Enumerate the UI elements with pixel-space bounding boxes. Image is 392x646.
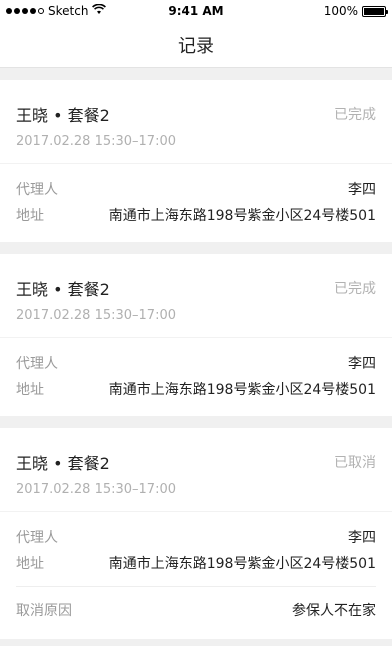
record-title: 王晓 • 套餐2 bbox=[16, 454, 110, 473]
divider bbox=[16, 586, 376, 587]
record-card[interactable]: 王晓 • 套餐2 已完成 2017.02.28 15:30–17:00 代理人 … bbox=[0, 80, 392, 242]
record-header: 王晓 • 套餐2 已完成 2017.02.28 15:30–17:00 bbox=[0, 254, 392, 338]
cancel-reason-value: 参保人不在家 bbox=[292, 603, 376, 619]
agent-value: 李四 bbox=[348, 356, 376, 372]
agent-label: 代理人 bbox=[16, 530, 58, 546]
address-label: 地址 bbox=[16, 382, 44, 398]
record-title: 王晓 • 套餐2 bbox=[16, 106, 110, 125]
address-row: 地址 南通市上海东路198号紫金小区24号楼501 bbox=[16, 550, 376, 576]
address-label: 地址 bbox=[16, 556, 44, 572]
agent-label: 代理人 bbox=[16, 182, 58, 198]
status-right: 100% bbox=[323, 4, 388, 18]
record-card[interactable]: 王晓 • 套餐2 已取消 2017.02.28 15:30–17:00 代理人 … bbox=[0, 428, 392, 639]
nav-bar: 记录 bbox=[0, 22, 392, 68]
agent-label: 代理人 bbox=[16, 356, 58, 372]
record-header: 王晓 • 套餐2 已取消 2017.02.28 15:30–17:00 bbox=[0, 428, 392, 512]
address-row: 地址 南通市上海东路198号紫金小区24号楼501 bbox=[16, 202, 376, 228]
address-value: 南通市上海东路198号紫金小区24号楼501 bbox=[108, 382, 376, 398]
address-row: 地址 南通市上海东路198号紫金小区24号楼501 bbox=[16, 376, 376, 402]
agent-value: 李四 bbox=[348, 530, 376, 546]
cancel-reason-row: 取消原因 参保人不在家 bbox=[16, 595, 376, 625]
record-header: 王晓 • 套餐2 已完成 2017.02.28 15:30–17:00 bbox=[0, 80, 392, 164]
address-value: 南通市上海东路198号紫金小区24号楼501 bbox=[108, 556, 376, 572]
record-status: 已完成 bbox=[334, 281, 376, 297]
agent-row: 代理人 李四 bbox=[16, 524, 376, 550]
agent-row: 代理人 李四 bbox=[16, 176, 376, 202]
record-body: 代理人 李四 地址 南通市上海东路198号紫金小区24号楼501 bbox=[0, 338, 392, 416]
agent-value: 李四 bbox=[348, 182, 376, 198]
cancel-reason-label: 取消原因 bbox=[16, 603, 72, 619]
address-label: 地址 bbox=[16, 208, 44, 224]
record-status: 已取消 bbox=[334, 455, 376, 471]
record-status: 已完成 bbox=[334, 107, 376, 123]
record-card[interactable]: 王晓 • 套餐2 已完成 2017.02.28 15:30–17:00 代理人 … bbox=[0, 254, 392, 416]
battery-icon bbox=[362, 5, 388, 17]
page-title: 记录 bbox=[178, 35, 214, 57]
address-value: 南通市上海东路198号紫金小区24号楼501 bbox=[108, 208, 376, 224]
record-title: 王晓 • 套餐2 bbox=[16, 280, 110, 299]
agent-row: 代理人 李四 bbox=[16, 350, 376, 376]
record-time: 2017.02.28 15:30–17:00 bbox=[16, 482, 176, 497]
status-bar: Sketch 9:41 AM 100% bbox=[0, 0, 392, 22]
battery-percent: 100% bbox=[323, 4, 358, 18]
record-time: 2017.02.28 15:30–17:00 bbox=[16, 134, 176, 149]
record-time: 2017.02.28 15:30–17:00 bbox=[16, 308, 176, 323]
record-body: 代理人 李四 地址 南通市上海东路198号紫金小区24号楼501 bbox=[0, 164, 392, 242]
record-body: 代理人 李四 地址 南通市上海东路198号紫金小区24号楼501 取消原因 参保… bbox=[0, 512, 392, 639]
